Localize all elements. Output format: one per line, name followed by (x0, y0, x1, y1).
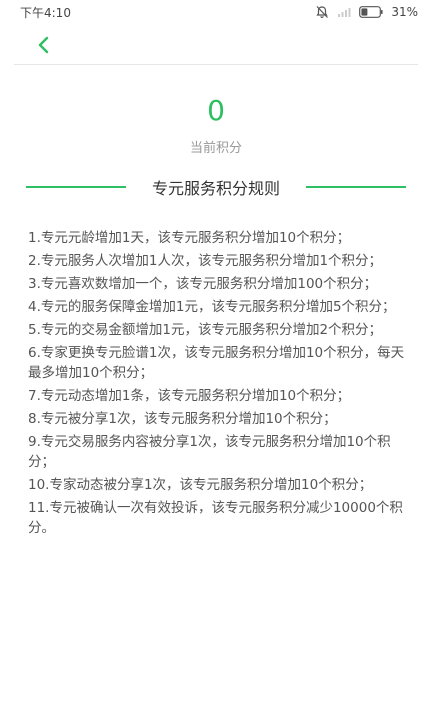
rule-item: 3.专元喜欢数增加一个，该专元服务积分增加100个积分； (28, 276, 378, 292)
rules-section-header: 专元服务积分规则 (26, 177, 406, 198)
battery-icon (359, 6, 383, 18)
rule-item: 4.专元的服务保障金增加1元，该专元服务积分增加5个积分； (28, 299, 396, 315)
rule-item: 10.专家动态被分享1次，该专元服务积分增加10个积分； (28, 477, 373, 493)
rule-item: 2.专元服务人次增加1人次，该专元服务积分增加1个积分； (28, 253, 383, 269)
status-bar: 下午4:10 31% (0, 0, 432, 24)
status-icons: 31% (315, 5, 418, 19)
current-points-label: 当前积分 (189, 141, 242, 156)
current-points-value: 0 (207, 94, 225, 127)
divider-left (26, 186, 126, 188)
back-button[interactable] (34, 34, 52, 56)
rule-item: 11.专元被确认一次有效投诉，该专元服务积分减少10000个积分。 (28, 500, 403, 536)
battery-percentage: 31% (391, 5, 418, 19)
signal-icon (338, 8, 351, 17)
rule-item: 8.专元被分享1次，该专元服务积分增加10个积分； (28, 411, 337, 427)
rule-item: 5.专元的交易金额增加1元，该专元服务积分增加2个积分； (28, 322, 383, 338)
chevron-left-icon (38, 36, 49, 54)
rule-item: 7.专元动态增加1条，该专元服务积分增加10个积分； (28, 388, 351, 404)
divider-right (305, 186, 406, 188)
rule-item: 1.专元元龄增加1天，该专元服务积分增加10个积分； (28, 230, 351, 246)
rule-item: 6.专家更换专元脸谱1次，该专元服务积分增加10个积分，每天最多增加10个积分； (28, 345, 405, 381)
nav-bar (14, 24, 418, 65)
rule-item: 9.专元交易服务内容被分享1次，该专元服务积分增加10个积分； (28, 434, 391, 470)
section-title: 专元服务积分规则 (151, 179, 280, 198)
rules-list: 1.专元元龄增加1天，该专元服务积分增加10个积分； 2.专元服务人次增加1人次… (28, 228, 408, 541)
mute-icon (316, 6, 329, 18)
status-time: 下午4:10 (20, 5, 71, 20)
